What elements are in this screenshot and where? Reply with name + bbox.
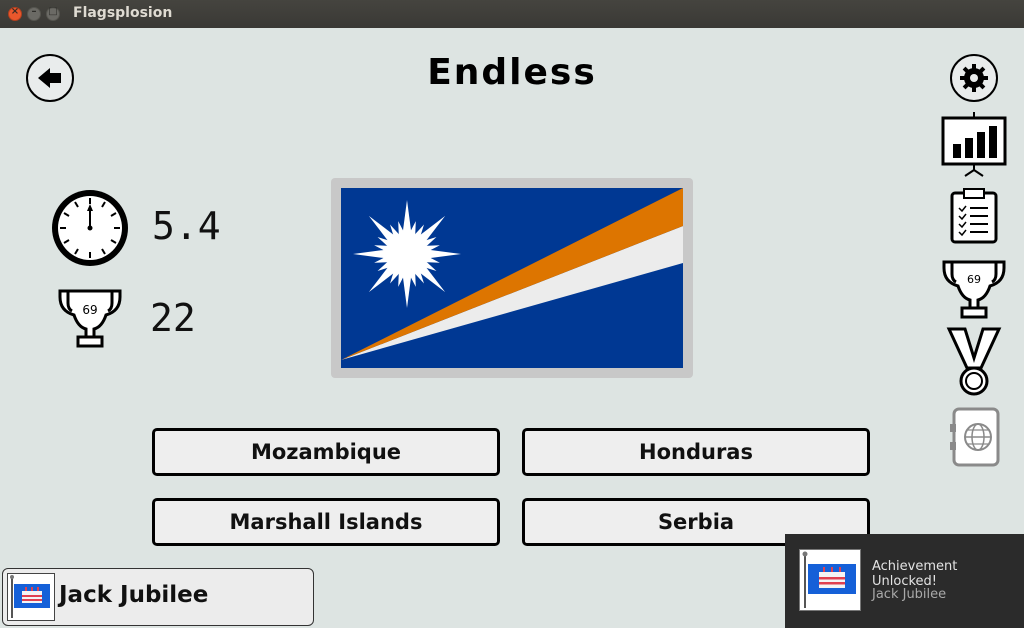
- trophy-icon: [58, 289, 122, 348]
- flag-frame: [331, 178, 693, 378]
- achievement-toast[interactable]: Achievement Unlocked! Jack Jubilee: [785, 534, 1024, 628]
- birthday-cake-flag-icon: [10, 575, 50, 618]
- minimize-icon: –: [31, 6, 37, 17]
- statistics-button[interactable]: [941, 112, 1007, 182]
- quiz-list-button[interactable]: [950, 188, 998, 248]
- window-maximize-button[interactable]: □: [46, 6, 60, 21]
- achievement-banner-label: Jack Jubilee: [59, 582, 209, 608]
- trophy-badge: 69: [967, 273, 981, 286]
- window-title: Flagsplosion: [73, 5, 173, 21]
- settings-button[interactable]: [950, 54, 998, 102]
- globe-safe-icon: [950, 407, 1000, 467]
- toast-title: Achievement Unlocked!: [872, 559, 958, 589]
- timer-indicator: [50, 187, 130, 273]
- timer-value: 5.4: [152, 204, 221, 248]
- bar-chart-icon: [941, 112, 1007, 177]
- trophy-icon: [942, 260, 1006, 319]
- toast-subtitle: Jack Jubilee: [872, 587, 947, 602]
- answer-button-2[interactable]: Honduras: [522, 428, 870, 476]
- achievement-banner[interactable]: Jack Jubilee: [2, 568, 314, 626]
- score-indicator: 69: [56, 287, 124, 353]
- toast-icon: [799, 549, 861, 611]
- maximize-icon: □: [48, 6, 58, 17]
- highscores-button[interactable]: 69: [940, 258, 1008, 324]
- birthday-cake-flag-icon: [802, 551, 856, 608]
- window-minimize-button[interactable]: –: [27, 6, 41, 21]
- achievements-button[interactable]: [945, 326, 1003, 402]
- clipboard-icon: [950, 188, 998, 244]
- stopwatch-icon: [52, 190, 128, 266]
- answer-button-3[interactable]: Marshall Islands: [152, 498, 500, 546]
- achievement-icon: [7, 573, 55, 621]
- window-titlebar: × – □ Flagsplosion: [0, 0, 1024, 28]
- gear-icon: [960, 64, 988, 92]
- answer-button-1[interactable]: Mozambique: [152, 428, 500, 476]
- medal-icon: [946, 327, 1002, 396]
- score-value: 22: [150, 296, 196, 340]
- score-trophy-badge: 69: [82, 303, 98, 317]
- world-vault-button[interactable]: [948, 406, 1002, 472]
- page-title: Endless: [427, 52, 597, 93]
- marshall-islands-flag: [341, 188, 683, 368]
- close-icon: ×: [10, 6, 20, 17]
- window-close-button[interactable]: ×: [8, 6, 22, 21]
